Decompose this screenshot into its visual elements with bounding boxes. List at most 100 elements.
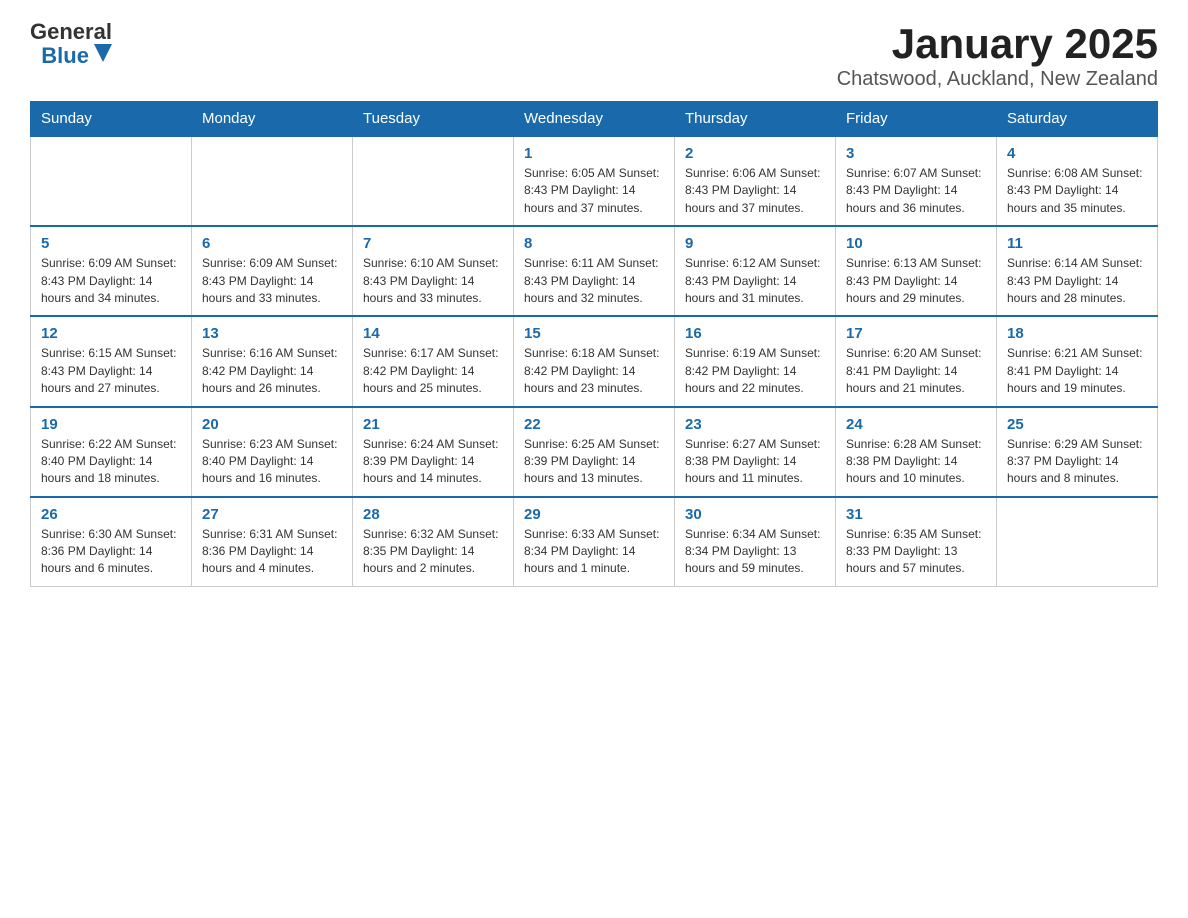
weekday-header: Sunday	[31, 102, 192, 137]
calendar-day-cell: 7 Sunrise: 6:10 AM Sunset: 8:43 PM Daylig…	[353, 226, 514, 316]
calendar-day-cell: 8Sunrise: 6:11 AM Sunset: 8:43 PM Daylig…	[514, 226, 675, 316]
day-info: Sunrise: 6:05 AM Sunset: 8:43 PM Dayligh…	[524, 165, 664, 217]
day-info: Sunrise: 6:09 AM Sunset: 8:43 PM Dayligh…	[41, 255, 181, 307]
day-number: 30	[685, 506, 825, 523]
calendar-week-row: 26 Sunrise: 6:30 AM Sunset: 8:36 PM Dayli…	[31, 497, 1158, 587]
weekday-header: Saturday	[997, 102, 1158, 137]
calendar-table: SundayMondayTuesdayWednesdayThursdayFrid…	[30, 101, 1158, 587]
day-info: Sunrise: 6:08 AM Sunset: 8:43 PM Dayligh…	[1007, 165, 1147, 217]
day-info: Sunrise: 6:30 AM Sunset: 8:36 PM Dayligh…	[41, 526, 181, 578]
calendar-day-cell: 31 Sunrise: 6:35 AM Sunset: 8:33 PM Dayli…	[836, 497, 997, 587]
day-number: 15	[524, 325, 664, 342]
calendar-day-cell: 1Sunrise: 6:05 AM Sunset: 8:43 PM Daylig…	[514, 136, 675, 226]
calendar-subtitle: Chatswood, Auckland, New Zealand	[837, 68, 1158, 91]
day-number: 21	[363, 416, 503, 433]
logo-arrow-icon	[94, 44, 112, 62]
day-number: 10	[846, 235, 986, 252]
day-number: 13	[202, 325, 342, 342]
day-info: Sunrise: 6:35 AM Sunset: 8:33 PM Dayligh…	[846, 526, 986, 578]
day-info: Sunrise: 6:19 AM Sunset: 8:42 PM Dayligh…	[685, 345, 825, 397]
calendar-day-cell: 19Sunrise: 6:22 AM Sunset: 8:40 PM Dayli…	[31, 407, 192, 497]
day-number: 2	[685, 145, 825, 162]
day-number: 31	[846, 506, 986, 523]
day-info: Sunrise: 6:34 AM Sunset: 8:34 PM Dayligh…	[685, 526, 825, 578]
calendar-day-cell: 30 Sunrise: 6:34 AM Sunset: 8:34 PM Dayli…	[675, 497, 836, 587]
calendar-title: January 2025	[837, 20, 1158, 68]
logo-blue: Blue	[41, 44, 89, 68]
day-info: Sunrise: 6:21 AM Sunset: 8:41 PM Dayligh…	[1007, 345, 1147, 397]
day-number: 5	[41, 235, 181, 252]
day-info: Sunrise: 6:13 AM Sunset: 8:43 PM Dayligh…	[846, 255, 986, 307]
calendar-week-row: 5 Sunrise: 6:09 AM Sunset: 8:43 PM Daylig…	[31, 226, 1158, 316]
calendar-day-cell: 27 Sunrise: 6:31 AM Sunset: 8:36 PM Dayli…	[192, 497, 353, 587]
day-info: Sunrise: 6:16 AM Sunset: 8:42 PM Dayligh…	[202, 345, 342, 397]
calendar-day-cell: 11Sunrise: 6:14 AM Sunset: 8:43 PM Dayli…	[997, 226, 1158, 316]
calendar-day-cell: 14Sunrise: 6:17 AM Sunset: 8:42 PM Dayli…	[353, 316, 514, 406]
day-info: Sunrise: 6:07 AM Sunset: 8:43 PM Dayligh…	[846, 165, 986, 217]
calendar-day-cell: 17 Sunrise: 6:20 AM Sunset: 8:41 PM Dayli…	[836, 316, 997, 406]
weekday-header: Friday	[836, 102, 997, 137]
day-info: Sunrise: 6:32 AM Sunset: 8:35 PM Dayligh…	[363, 526, 503, 578]
calendar-day-cell: 13 Sunrise: 6:16 AM Sunset: 8:42 PM Dayli…	[192, 316, 353, 406]
calendar-day-cell	[997, 497, 1158, 587]
calendar-day-cell	[353, 136, 514, 226]
calendar-day-cell: 25Sunrise: 6:29 AM Sunset: 8:37 PM Dayli…	[997, 407, 1158, 497]
day-info: Sunrise: 6:25 AM Sunset: 8:39 PM Dayligh…	[524, 436, 664, 488]
day-info: Sunrise: 6:10 AM Sunset: 8:43 PM Dayligh…	[363, 255, 503, 307]
day-number: 8	[524, 235, 664, 252]
day-info: Sunrise: 6:15 AM Sunset: 8:43 PM Dayligh…	[41, 345, 181, 397]
day-number: 22	[524, 416, 664, 433]
day-number: 6	[202, 235, 342, 252]
day-info: Sunrise: 6:12 AM Sunset: 8:43 PM Dayligh…	[685, 255, 825, 307]
calendar-day-cell: 20Sunrise: 6:23 AM Sunset: 8:40 PM Dayli…	[192, 407, 353, 497]
day-number: 18	[1007, 325, 1147, 342]
calendar-week-row: 19Sunrise: 6:22 AM Sunset: 8:40 PM Dayli…	[31, 407, 1158, 497]
day-info: Sunrise: 6:31 AM Sunset: 8:36 PM Dayligh…	[202, 526, 342, 578]
weekday-header: Wednesday	[514, 102, 675, 137]
day-number: 16	[685, 325, 825, 342]
day-number: 25	[1007, 416, 1147, 433]
day-info: Sunrise: 6:20 AM Sunset: 8:41 PM Dayligh…	[846, 345, 986, 397]
calendar-day-cell: 24 Sunrise: 6:28 AM Sunset: 8:38 PM Dayli…	[836, 407, 997, 497]
day-number: 17	[846, 325, 986, 342]
calendar-day-cell: 9 Sunrise: 6:12 AM Sunset: 8:43 PM Daylig…	[675, 226, 836, 316]
calendar-day-cell: 12 Sunrise: 6:15 AM Sunset: 8:43 PM Dayli…	[31, 316, 192, 406]
calendar-day-cell: 4 Sunrise: 6:08 AM Sunset: 8:43 PM Daylig…	[997, 136, 1158, 226]
day-number: 20	[202, 416, 342, 433]
day-number: 23	[685, 416, 825, 433]
day-number: 24	[846, 416, 986, 433]
calendar-day-cell: 16 Sunrise: 6:19 AM Sunset: 8:42 PM Dayli…	[675, 316, 836, 406]
day-number: 12	[41, 325, 181, 342]
day-number: 9	[685, 235, 825, 252]
day-number: 14	[363, 325, 503, 342]
day-number: 7	[363, 235, 503, 252]
day-number: 3	[846, 145, 986, 162]
day-number: 4	[1007, 145, 1147, 162]
day-info: Sunrise: 6:22 AM Sunset: 8:40 PM Dayligh…	[41, 436, 181, 488]
calendar-day-cell: 21 Sunrise: 6:24 AM Sunset: 8:39 PM Dayli…	[353, 407, 514, 497]
calendar-day-cell: 6Sunrise: 6:09 AM Sunset: 8:43 PM Daylig…	[192, 226, 353, 316]
weekday-header: Tuesday	[353, 102, 514, 137]
calendar-day-cell	[192, 136, 353, 226]
day-number: 27	[202, 506, 342, 523]
title-block: January 2025 Chatswood, Auckland, New Ze…	[837, 20, 1158, 91]
day-number: 11	[1007, 235, 1147, 252]
calendar-day-cell: 10 Sunrise: 6:13 AM Sunset: 8:43 PM Dayli…	[836, 226, 997, 316]
page-header: General Blue January 2025 Chatswood, Auc…	[30, 20, 1158, 91]
calendar-day-cell: 15Sunrise: 6:18 AM Sunset: 8:42 PM Dayli…	[514, 316, 675, 406]
day-info: Sunrise: 6:28 AM Sunset: 8:38 PM Dayligh…	[846, 436, 986, 488]
day-number: 26	[41, 506, 181, 523]
day-info: Sunrise: 6:06 AM Sunset: 8:43 PM Dayligh…	[685, 165, 825, 217]
calendar-day-cell: 26 Sunrise: 6:30 AM Sunset: 8:36 PM Dayli…	[31, 497, 192, 587]
calendar-week-row: 1Sunrise: 6:05 AM Sunset: 8:43 PM Daylig…	[31, 136, 1158, 226]
weekday-header-row: SundayMondayTuesdayWednesdayThursdayFrid…	[31, 102, 1158, 137]
weekday-header: Monday	[192, 102, 353, 137]
calendar-week-row: 12 Sunrise: 6:15 AM Sunset: 8:43 PM Dayli…	[31, 316, 1158, 406]
calendar-day-cell: 3 Sunrise: 6:07 AM Sunset: 8:43 PM Daylig…	[836, 136, 997, 226]
day-info: Sunrise: 6:33 AM Sunset: 8:34 PM Dayligh…	[524, 526, 664, 578]
day-info: Sunrise: 6:24 AM Sunset: 8:39 PM Dayligh…	[363, 436, 503, 488]
calendar-day-cell: 22 Sunrise: 6:25 AM Sunset: 8:39 PM Dayli…	[514, 407, 675, 497]
calendar-day-cell	[31, 136, 192, 226]
calendar-day-cell: 23Sunrise: 6:27 AM Sunset: 8:38 PM Dayli…	[675, 407, 836, 497]
logo: General Blue	[30, 20, 112, 69]
